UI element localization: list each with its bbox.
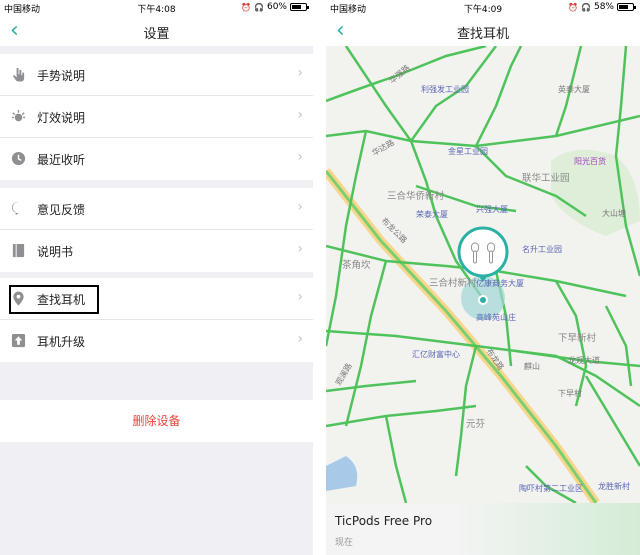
highlight-box — [9, 285, 99, 314]
upgrade-icon — [11, 333, 26, 348]
map-label: 联华工业园 — [522, 172, 570, 184]
settings-item-lights[interactable]: 灯效说明 › — [0, 96, 313, 138]
map-view[interactable]: 利强发工业园 英泰大厦 金星工业园 阳光百货 联华工业园 三合华侨新村 兴强大厦… — [326, 46, 640, 503]
manual-icon — [12, 243, 25, 258]
nav-bar: ‹ 查找耳机 — [326, 16, 640, 46]
map-label: 陶吓村第二工业区 — [519, 483, 583, 493]
status-bar: 中国移动 下午4:09 ⏰ 🎧 58% — [326, 0, 640, 16]
chevron-right-icon: › — [297, 65, 303, 81]
map-label: 元芬 — [466, 419, 486, 430]
settings-item-manual[interactable]: 说明书 › — [0, 230, 313, 272]
chevron-right-icon: › — [297, 289, 303, 305]
settings-item-upgrade[interactable]: 耳机升级 › — [0, 320, 313, 362]
map-label: 利强发工业园 — [421, 84, 469, 94]
map-label: 阳光百货 — [574, 156, 606, 166]
settings-item-gestures[interactable]: 手势说明 › — [0, 54, 313, 96]
battery-icon — [290, 3, 309, 11]
settings-item-label: 意见反馈 — [37, 203, 86, 217]
last-seen-time: 现在 — [335, 538, 354, 548]
delete-device-button[interactable]: 删除设备 — [0, 400, 313, 442]
battery-percent: 60% — [266, 2, 287, 12]
status-right: ⏰ 🎧 58% — [568, 2, 636, 12]
find-earbuds-screen: 中国移动 下午4:09 ⏰ 🎧 58% ‹ 查找耳机 利强发工业园 英泰大厦 金… — [326, 0, 640, 555]
hand-icon — [12, 67, 25, 82]
map-label: 茶角坎 — [342, 259, 371, 271]
map-label: 金星工业园 — [448, 146, 488, 156]
map-label: 麒山 — [524, 361, 540, 371]
settings-item-label: 灯效说明 — [37, 111, 86, 125]
settings-item-feedback[interactable]: 意见反馈 › — [0, 188, 313, 230]
map-label: 大山塘 — [602, 208, 626, 218]
status-right: ⏰ 🎧 60% — [241, 2, 309, 12]
nav-bar: ‹ 设置 — [0, 16, 313, 46]
settings-group-support: 意见反馈 › 说明书 › — [0, 188, 313, 272]
map-label: 下早村 — [558, 388, 582, 398]
light-icon — [11, 109, 26, 122]
map-label: 下早新村 — [558, 332, 597, 344]
map-label: 亿康商务大厦 — [476, 278, 524, 288]
map-label: 汇亿财富中心 — [412, 349, 460, 359]
settings-item-label: 最近收听 — [37, 153, 86, 167]
map-label: 兴强大厦 — [476, 204, 508, 214]
alarm-icon: ⏰ — [241, 2, 252, 12]
location-dot — [478, 295, 488, 305]
battery-icon — [617, 3, 636, 11]
settings-item-label: 说明书 — [37, 245, 74, 259]
map-label: 高峰苑山庄 — [476, 312, 516, 322]
chevron-right-icon: › — [297, 241, 303, 257]
map-label: 三合村新村 — [429, 277, 477, 289]
settings-screen: 中国移动 下午4:08 ⏰ 🎧 60% ‹ 设置 手势说明 › 灯效说明 › 最… — [0, 0, 313, 555]
chevron-right-icon: › — [297, 107, 303, 123]
page-title: 查找耳机 — [456, 27, 509, 42]
page-title: 设置 — [143, 27, 170, 42]
settings-item-recent[interactable]: 最近收听 › — [0, 138, 313, 180]
map-label: 英泰大厦 — [558, 84, 590, 94]
status-bar: 中国移动 下午4:08 ⏰ 🎧 60% — [0, 0, 313, 16]
headphones-icon: 🎧 — [254, 2, 264, 12]
clock-icon — [11, 151, 26, 166]
map-label: 荣泰大厦 — [416, 209, 448, 219]
settings-group-help: 手势说明 › 灯效说明 › 最近收听 › — [0, 54, 313, 180]
map-label: 龙观大道 — [568, 355, 600, 365]
map-label: 名升工业园 — [522, 244, 562, 254]
chevron-right-icon: › — [297, 331, 303, 347]
settings-item-label: 耳机升级 — [37, 335, 86, 349]
alarm-icon: ⏰ — [568, 2, 579, 12]
chevron-right-icon: › — [297, 149, 303, 165]
device-name: TicPods Free Pro — [335, 514, 433, 528]
feedback-icon — [11, 201, 20, 216]
headphones-icon: 🎧 — [581, 2, 591, 12]
map-canvas[interactable]: 利强发工业园 英泰大厦 金星工业园 阳光百货 联华工业园 三合华侨新村 兴强大厦… — [326, 46, 640, 503]
battery-percent: 58% — [593, 2, 614, 12]
device-info-panel[interactable]: TicPods Free Pro 现在 — [326, 503, 640, 555]
settings-item-label: 手势说明 — [37, 69, 86, 83]
map-label: 三合华侨新村 — [387, 190, 445, 202]
chevron-right-icon: › — [297, 199, 303, 215]
map-label: 龙胜新村 — [598, 481, 630, 491]
